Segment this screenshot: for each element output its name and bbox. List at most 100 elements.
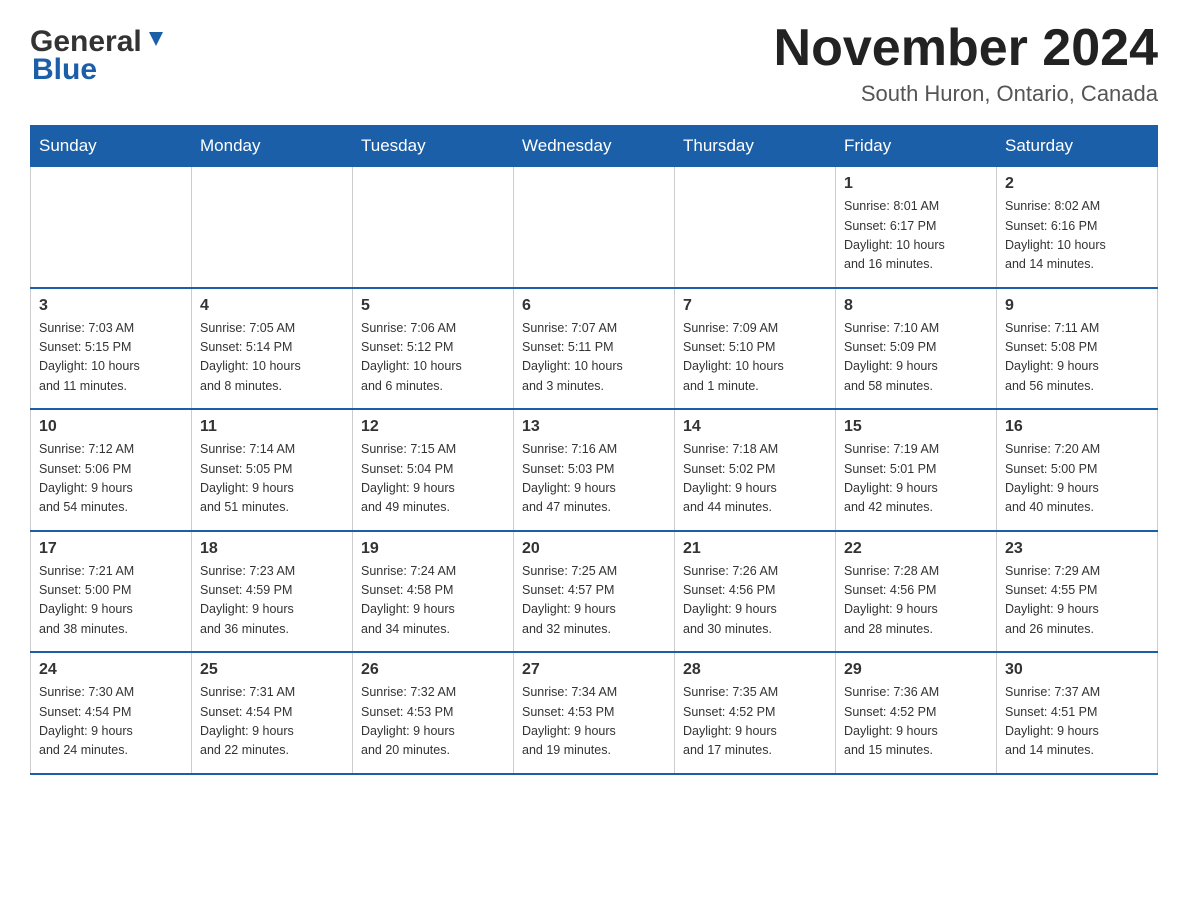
calendar-cell: 24 Sunrise: 7:30 AM Sunset: 4:54 PM Dayli… bbox=[31, 652, 192, 774]
week-row-1: 1Sunrise: 8:01 AM Sunset: 6:17 PM Daylig… bbox=[31, 167, 1158, 288]
calendar-subtitle: South Huron, Ontario, Canada bbox=[774, 81, 1158, 107]
calendar-cell bbox=[514, 167, 675, 288]
calendar-cell: 11 Sunrise: 7:14 AM Sunset: 5:05 PM Dayli… bbox=[192, 409, 353, 531]
day-number: 18 bbox=[200, 540, 344, 558]
calendar-cell: 8 Sunrise: 7:10 AM Sunset: 5:09 PM Daylig… bbox=[836, 288, 997, 410]
day-number: 25 bbox=[200, 661, 344, 679]
day-info: Sunrise: 7:34 AM Sunset: 4:53 PM Dayligh… bbox=[522, 683, 666, 761]
calendar-cell: 26 Sunrise: 7:32 AM Sunset: 4:53 PM Dayli… bbox=[353, 652, 514, 774]
week-row-4: 17Sunrise: 7:21 AM Sunset: 5:00 PM Dayli… bbox=[31, 531, 1158, 653]
day-number: 24 bbox=[39, 661, 183, 679]
calendar-cell: 15 Sunrise: 7:19 AM Sunset: 5:01 PM Dayli… bbox=[836, 409, 997, 531]
week-row-3: 10Sunrise: 7:12 AM Sunset: 5:06 PM Dayli… bbox=[31, 409, 1158, 531]
calendar-cell: 3 Sunrise: 7:03 AM Sunset: 5:15 PM Daylig… bbox=[31, 288, 192, 410]
day-info: Sunrise: 7:35 AM Sunset: 4:52 PM Dayligh… bbox=[683, 683, 827, 761]
day-info: Sunrise: 7:31 AM Sunset: 4:54 PM Dayligh… bbox=[200, 683, 344, 761]
week-row-5: 24 Sunrise: 7:30 AM Sunset: 4:54 PM Dayli… bbox=[31, 652, 1158, 774]
day-info: Sunrise: 7:20 AM Sunset: 5:00 PM Dayligh… bbox=[1005, 440, 1149, 518]
day-info: Sunrise: 7:10 AM Sunset: 5:09 PM Dayligh… bbox=[844, 319, 988, 397]
day-number: 19 bbox=[361, 540, 505, 558]
day-number: 6 bbox=[522, 297, 666, 315]
calendar-cell: 6Sunrise: 7:07 AM Sunset: 5:11 PM Daylig… bbox=[514, 288, 675, 410]
calendar-cell: 10Sunrise: 7:12 AM Sunset: 5:06 PM Dayli… bbox=[31, 409, 192, 531]
calendar-title: November 2024 bbox=[774, 20, 1158, 77]
weekday-header-wednesday: Wednesday bbox=[514, 126, 675, 167]
day-info: Sunrise: 7:14 AM Sunset: 5:05 PM Dayligh… bbox=[200, 440, 344, 518]
day-info: Sunrise: 7:11 AM Sunset: 5:08 PM Dayligh… bbox=[1005, 319, 1149, 397]
day-number: 1 bbox=[844, 175, 988, 193]
day-info: Sunrise: 7:06 AM Sunset: 5:12 PM Dayligh… bbox=[361, 319, 505, 397]
weekday-header-tuesday: Tuesday bbox=[353, 126, 514, 167]
calendar-cell: 21 Sunrise: 7:26 AM Sunset: 4:56 PM Dayli… bbox=[675, 531, 836, 653]
calendar-cell: 4 Sunrise: 7:05 AM Sunset: 5:14 PM Daylig… bbox=[192, 288, 353, 410]
day-info: Sunrise: 7:09 AM Sunset: 5:10 PM Dayligh… bbox=[683, 319, 827, 397]
week-row-2: 3 Sunrise: 7:03 AM Sunset: 5:15 PM Daylig… bbox=[31, 288, 1158, 410]
calendar-table: SundayMondayTuesdayWednesdayThursdayFrid… bbox=[30, 125, 1158, 775]
day-info: Sunrise: 7:19 AM Sunset: 5:01 PM Dayligh… bbox=[844, 440, 988, 518]
calendar-cell: 7 Sunrise: 7:09 AM Sunset: 5:10 PM Daylig… bbox=[675, 288, 836, 410]
day-info: Sunrise: 7:03 AM Sunset: 5:15 PM Dayligh… bbox=[39, 319, 183, 397]
day-number: 28 bbox=[683, 661, 827, 679]
calendar-cell: 25 Sunrise: 7:31 AM Sunset: 4:54 PM Dayli… bbox=[192, 652, 353, 774]
calendar-cell: 28 Sunrise: 7:35 AM Sunset: 4:52 PM Dayli… bbox=[675, 652, 836, 774]
day-number: 8 bbox=[844, 297, 988, 315]
calendar-cell: 29 Sunrise: 7:36 AM Sunset: 4:52 PM Dayli… bbox=[836, 652, 997, 774]
day-number: 11 bbox=[200, 418, 344, 436]
page-header: General Blue November 2024 South Huron, … bbox=[30, 20, 1158, 107]
calendar-cell bbox=[675, 167, 836, 288]
calendar-cell: 9 Sunrise: 7:11 AM Sunset: 5:08 PM Daylig… bbox=[997, 288, 1158, 410]
day-info: Sunrise: 7:26 AM Sunset: 4:56 PM Dayligh… bbox=[683, 562, 827, 640]
day-info: Sunrise: 7:24 AM Sunset: 4:58 PM Dayligh… bbox=[361, 562, 505, 640]
calendar-cell: 14 Sunrise: 7:18 AM Sunset: 5:02 PM Dayli… bbox=[675, 409, 836, 531]
day-number: 13 bbox=[522, 418, 666, 436]
day-info: Sunrise: 7:25 AM Sunset: 4:57 PM Dayligh… bbox=[522, 562, 666, 640]
calendar-cell: 13Sunrise: 7:16 AM Sunset: 5:03 PM Dayli… bbox=[514, 409, 675, 531]
calendar-cell: 23Sunrise: 7:29 AM Sunset: 4:55 PM Dayli… bbox=[997, 531, 1158, 653]
day-number: 22 bbox=[844, 540, 988, 558]
day-number: 15 bbox=[844, 418, 988, 436]
calendar-cell: 17Sunrise: 7:21 AM Sunset: 5:00 PM Dayli… bbox=[31, 531, 192, 653]
day-number: 29 bbox=[844, 661, 988, 679]
day-number: 20 bbox=[522, 540, 666, 558]
weekday-header-row: SundayMondayTuesdayWednesdayThursdayFrid… bbox=[31, 126, 1158, 167]
calendar-cell: 19 Sunrise: 7:24 AM Sunset: 4:58 PM Dayli… bbox=[353, 531, 514, 653]
logo: General Blue bbox=[30, 20, 167, 87]
calendar-cell: 1Sunrise: 8:01 AM Sunset: 6:17 PM Daylig… bbox=[836, 167, 997, 288]
day-number: 9 bbox=[1005, 297, 1149, 315]
day-info: Sunrise: 7:23 AM Sunset: 4:59 PM Dayligh… bbox=[200, 562, 344, 640]
day-info: Sunrise: 7:12 AM Sunset: 5:06 PM Dayligh… bbox=[39, 440, 183, 518]
day-number: 16 bbox=[1005, 418, 1149, 436]
day-info: Sunrise: 7:21 AM Sunset: 5:00 PM Dayligh… bbox=[39, 562, 183, 640]
weekday-header-sunday: Sunday bbox=[31, 126, 192, 167]
day-number: 30 bbox=[1005, 661, 1149, 679]
calendar-cell: 16 Sunrise: 7:20 AM Sunset: 5:00 PM Dayli… bbox=[997, 409, 1158, 531]
day-info: Sunrise: 7:18 AM Sunset: 5:02 PM Dayligh… bbox=[683, 440, 827, 518]
day-number: 4 bbox=[200, 297, 344, 315]
day-info: Sunrise: 7:32 AM Sunset: 4:53 PM Dayligh… bbox=[361, 683, 505, 761]
day-number: 7 bbox=[683, 297, 827, 315]
day-info: Sunrise: 8:02 AM Sunset: 6:16 PM Dayligh… bbox=[1005, 197, 1149, 275]
day-info: Sunrise: 7:05 AM Sunset: 5:14 PM Dayligh… bbox=[200, 319, 344, 397]
calendar-cell bbox=[31, 167, 192, 288]
day-info: Sunrise: 7:30 AM Sunset: 4:54 PM Dayligh… bbox=[39, 683, 183, 761]
day-info: Sunrise: 7:28 AM Sunset: 4:56 PM Dayligh… bbox=[844, 562, 988, 640]
day-number: 27 bbox=[522, 661, 666, 679]
day-number: 26 bbox=[361, 661, 505, 679]
day-info: Sunrise: 7:15 AM Sunset: 5:04 PM Dayligh… bbox=[361, 440, 505, 518]
logo-arrow-icon bbox=[145, 28, 167, 55]
day-info: Sunrise: 7:36 AM Sunset: 4:52 PM Dayligh… bbox=[844, 683, 988, 761]
calendar-cell: 22 Sunrise: 7:28 AM Sunset: 4:56 PM Dayli… bbox=[836, 531, 997, 653]
day-number: 14 bbox=[683, 418, 827, 436]
day-number: 12 bbox=[361, 418, 505, 436]
day-number: 21 bbox=[683, 540, 827, 558]
weekday-header-friday: Friday bbox=[836, 126, 997, 167]
calendar-cell: 2 Sunrise: 8:02 AM Sunset: 6:16 PM Daylig… bbox=[997, 167, 1158, 288]
day-number: 2 bbox=[1005, 175, 1149, 193]
day-info: Sunrise: 7:37 AM Sunset: 4:51 PM Dayligh… bbox=[1005, 683, 1149, 761]
calendar-cell bbox=[192, 167, 353, 288]
calendar-cell: 12 Sunrise: 7:15 AM Sunset: 5:04 PM Dayli… bbox=[353, 409, 514, 531]
day-number: 5 bbox=[361, 297, 505, 315]
day-number: 3 bbox=[39, 297, 183, 315]
weekday-header-monday: Monday bbox=[192, 126, 353, 167]
day-info: Sunrise: 7:29 AM Sunset: 4:55 PM Dayligh… bbox=[1005, 562, 1149, 640]
